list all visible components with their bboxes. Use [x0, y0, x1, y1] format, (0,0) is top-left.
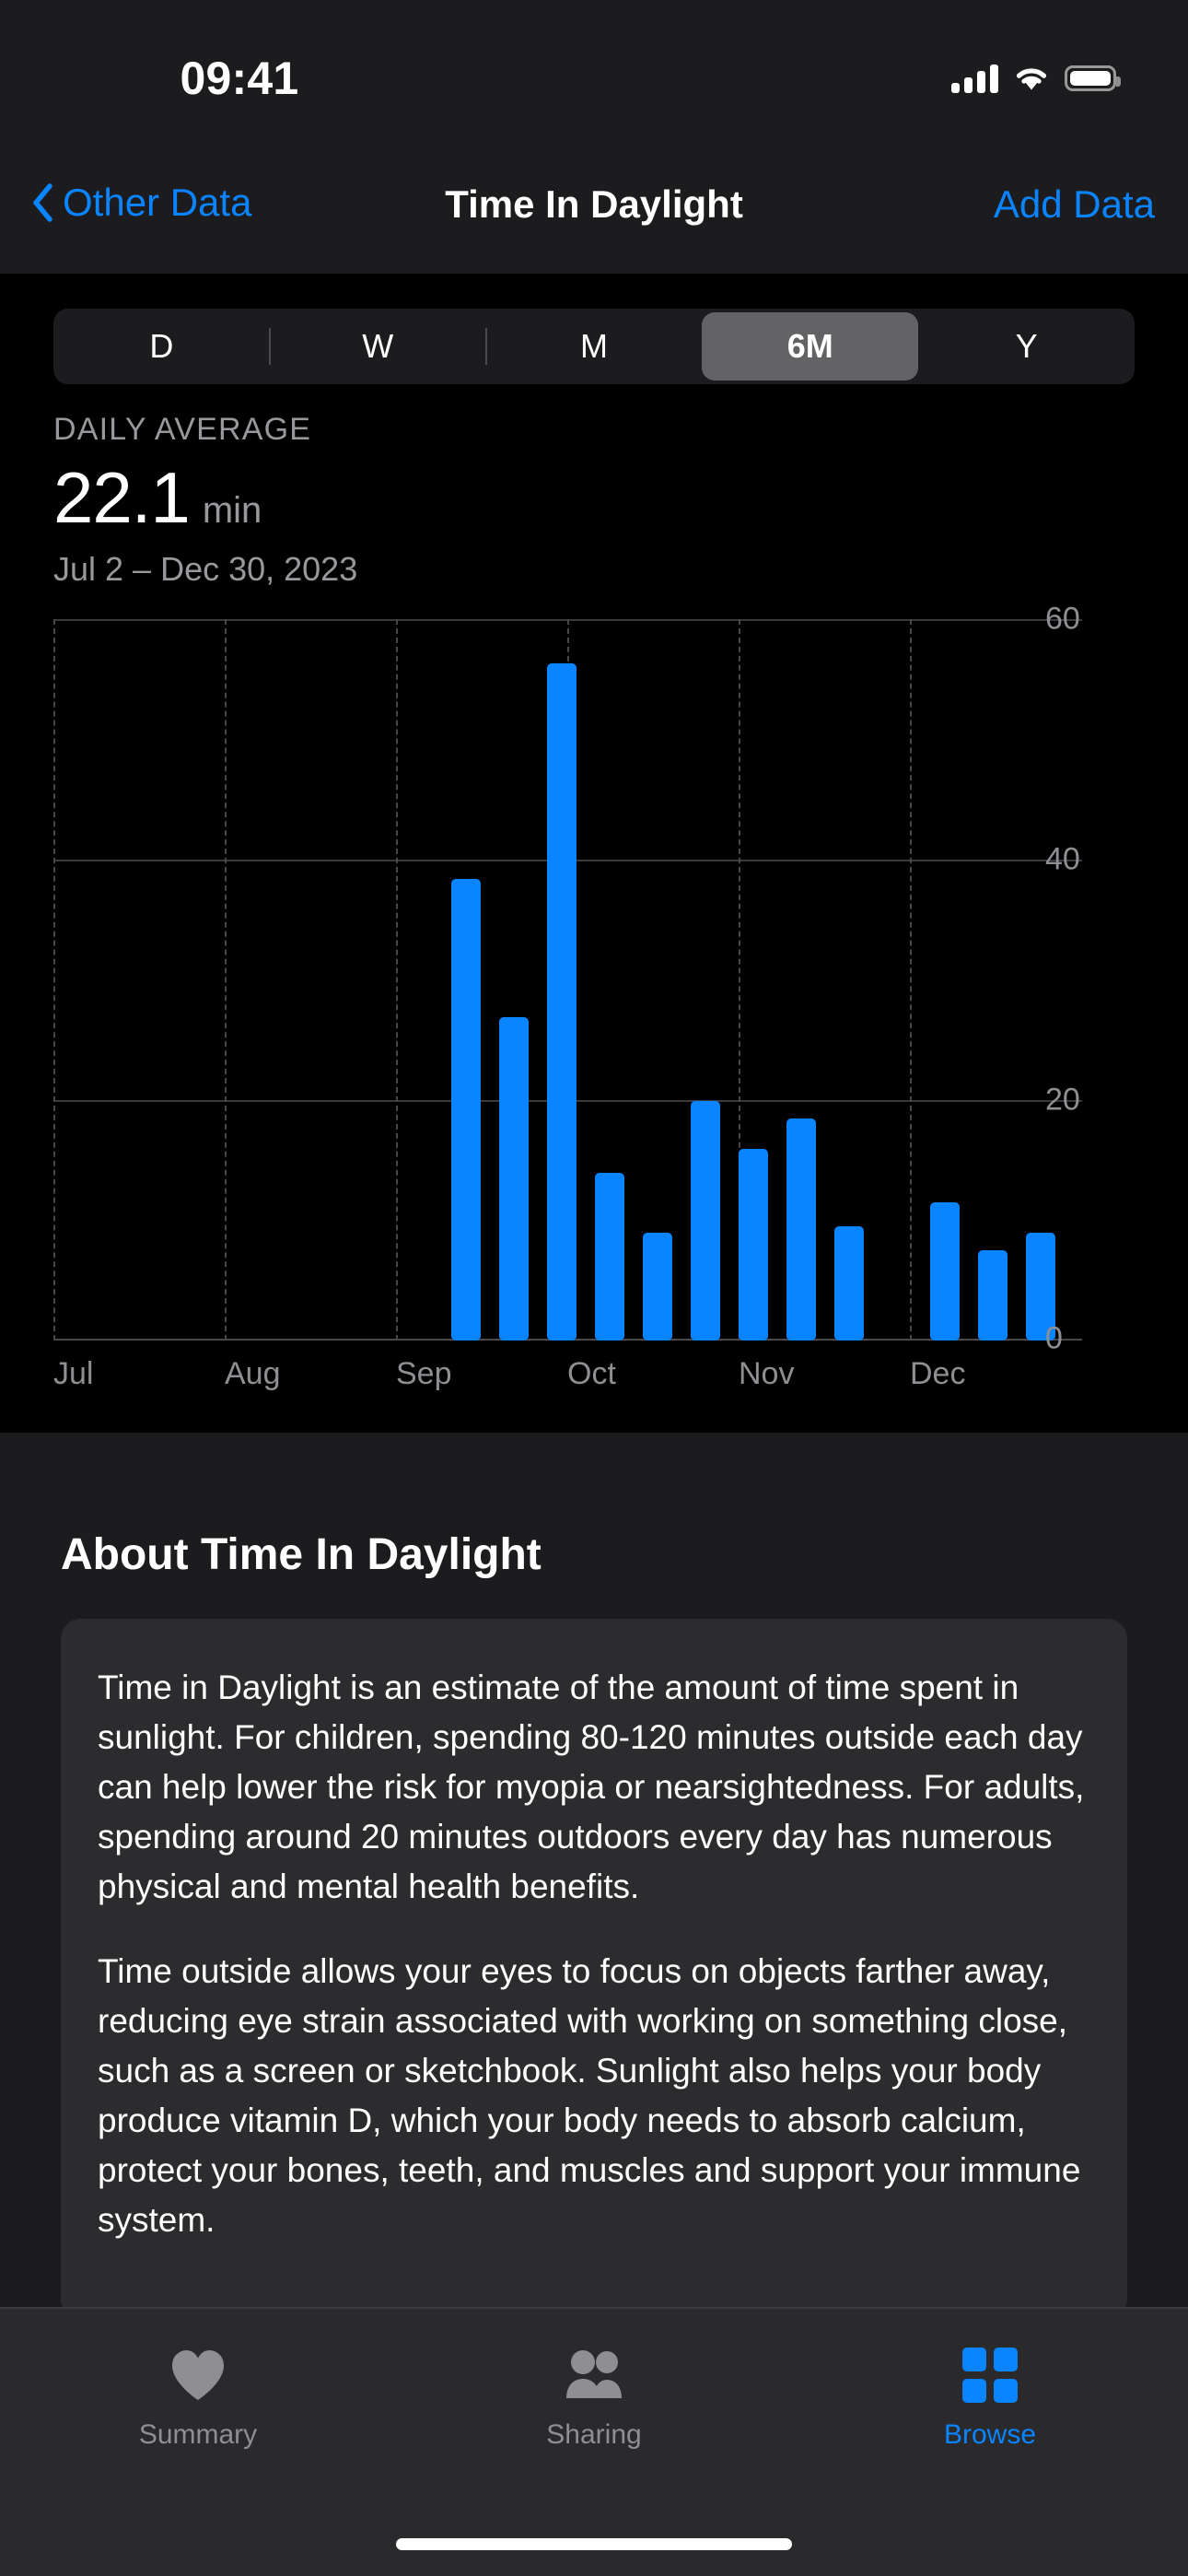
- range-option-w[interactable]: W: [270, 309, 486, 384]
- status-bar: 09:41: [0, 0, 1188, 147]
- tab-summary-label: Summary: [138, 2419, 258, 2450]
- tab-browse-label: Browse: [943, 2419, 1037, 2450]
- daily-average-label: DAILY AVERAGE: [53, 412, 312, 447]
- about-section: About Time In Daylight Time in Daylight …: [0, 1433, 1188, 2319]
- tab-browse[interactable]: Browse: [792, 2309, 1188, 2493]
- about-paragraph-2: Time outside allows your eyes to focus o…: [98, 1952, 1081, 2239]
- chart-card: D W M 6M Y DAILY AVERAGE 22.1 min Jul 2 …: [0, 274, 1188, 1433]
- chart-bar[interactable]: [499, 1016, 529, 1341]
- range-option-y[interactable]: Y: [918, 309, 1135, 384]
- tab-sharing[interactable]: Sharing: [396, 2309, 792, 2493]
- heart-icon: [169, 2348, 227, 2403]
- about-text-card: Time in Daylight is an estimate of the a…: [61, 1619, 1127, 2319]
- segment-divider: [485, 328, 487, 365]
- ytick-0: 0: [1045, 1320, 1063, 1356]
- range-option-6m[interactable]: 6M: [702, 312, 919, 381]
- xtick-nov: Nov: [739, 1356, 795, 1391]
- chart-bar[interactable]: [978, 1250, 1007, 1341]
- segment-divider: [269, 328, 271, 365]
- chart-bar[interactable]: [451, 878, 481, 1341]
- chart-bar[interactable]: [643, 1232, 672, 1341]
- range-segmented-control[interactable]: D W M 6M Y: [53, 309, 1135, 384]
- range-option-d[interactable]: D: [53, 309, 270, 384]
- ytick-20: 20: [1045, 1082, 1080, 1118]
- tab-sharing-label: Sharing: [546, 2419, 642, 2450]
- chart-bars[interactable]: [53, 619, 1082, 1341]
- navigation-bar: Other Data Time In Daylight Add Data: [0, 147, 1188, 274]
- xtick-dec: Dec: [910, 1356, 966, 1391]
- chart-bar[interactable]: [786, 1118, 816, 1341]
- ytick-60: 60: [1045, 601, 1080, 637]
- about-paragraph-1: Time in Daylight is an estimate of the a…: [98, 1669, 1085, 1905]
- about-heading: About Time In Daylight: [61, 1530, 542, 1579]
- add-data-button[interactable]: Add Data: [994, 182, 1155, 227]
- home-indicator: [396, 2538, 792, 2550]
- wifi-icon: [1016, 68, 1047, 90]
- range-option-m[interactable]: M: [486, 309, 703, 384]
- grid-squares-icon: [962, 2348, 1018, 2403]
- chart-bar[interactable]: [834, 1226, 864, 1341]
- daily-average-value: 22.1 min: [53, 456, 262, 540]
- health-time-in-daylight-screen: 09:41 Other Data Time In Daylight Add Da…: [0, 0, 1188, 2576]
- chart-bar[interactable]: [739, 1148, 768, 1341]
- tab-bar: Summary Sharing Browse: [0, 2307, 1188, 2576]
- chart-bar[interactable]: [595, 1172, 624, 1341]
- ytick-40: 40: [1045, 841, 1080, 877]
- xtick-aug: Aug: [225, 1356, 281, 1391]
- tab-summary[interactable]: Summary: [0, 2309, 396, 2493]
- two-people-icon: [559, 2348, 629, 2403]
- xtick-oct: Oct: [567, 1356, 616, 1391]
- chart-date-range: Jul 2 – Dec 30, 2023: [53, 550, 358, 588]
- status-bar-time: 09:41: [180, 53, 299, 104]
- average-unit: min: [202, 490, 262, 531]
- chart-bar[interactable]: [930, 1202, 960, 1341]
- xtick-sep: Sep: [396, 1356, 452, 1391]
- status-bar-indicators: [951, 57, 1121, 100]
- battery-full-icon: [1065, 65, 1121, 91]
- average-number: 22.1: [53, 457, 191, 538]
- cellular-signal-icon: [951, 64, 998, 93]
- xtick-jul: Jul: [53, 1356, 94, 1391]
- chart-bar[interactable]: [691, 1100, 720, 1341]
- chart-bar[interactable]: [547, 662, 577, 1341]
